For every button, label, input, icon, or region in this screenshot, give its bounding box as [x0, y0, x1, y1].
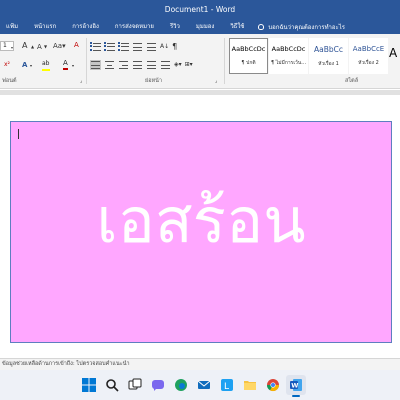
file-explorer-icon[interactable] [240, 375, 260, 395]
status-bar: ข้อมูลช่วยเหลือด้านการเข้าถึง: ไปตรวจสอบ… [0, 358, 400, 370]
tab-view[interactable]: มุมมอง [188, 20, 222, 34]
style-sample: AaBbCcDc [271, 45, 306, 53]
edge-icon[interactable] [171, 375, 191, 395]
ribbon-separator [86, 38, 87, 84]
ribbon: 1 ▾ A ▲ A ▼ Aa▾ A x² A ▾ ab A ▾ ฟอนต์ ⌟ … [0, 34, 400, 89]
align-right-icon[interactable] [118, 60, 129, 70]
grow-font-button[interactable]: A [22, 41, 27, 51]
ribbon-separator [224, 38, 225, 84]
tell-me-search[interactable]: บอกฉันว่าคุณต้องการทำอะไร [252, 22, 345, 32]
svg-text:W: W [291, 382, 298, 390]
font-size-dropdown-icon[interactable]: ▾ [11, 45, 13, 50]
paragraph-row-top: A↓ ¶ [90, 42, 177, 52]
text-effects-dropdown-icon[interactable]: ▾ [30, 61, 32, 71]
task-view-icon[interactable] [125, 375, 145, 395]
chat-icon[interactable] [148, 375, 168, 395]
chrome-icon[interactable] [263, 375, 283, 395]
style-normal[interactable]: AaBbCcDc ¶ ปกติ [229, 38, 268, 74]
paragraph-group-label: ย่อหน้า [145, 78, 162, 84]
font-case-icon[interactable]: Aa▾ [53, 41, 66, 51]
multilevel-list-icon[interactable] [118, 42, 129, 52]
align-left-icon[interactable] [90, 60, 101, 70]
style-name: ¶ ไม่มีการเว้น... [270, 60, 307, 66]
svg-text:L: L [224, 382, 229, 392]
text-box[interactable]: เอสร้อน [10, 121, 392, 343]
window-title: Document1 - Word [164, 5, 236, 14]
style-name: หัวเรื่อง 1 [318, 60, 339, 67]
grow-font-caret-icon: ▲ [31, 44, 35, 49]
tab-file[interactable]: แฟ้ม [0, 20, 26, 34]
search-icon[interactable] [102, 375, 122, 395]
font-dialog-launcher-icon[interactable]: ⌟ [80, 76, 82, 86]
borders-icon[interactable]: ⊞▾ [185, 60, 193, 70]
justify-icon[interactable] [132, 60, 143, 70]
lightbulb-icon [258, 24, 265, 30]
tab-mailings[interactable]: การส่งจดหมาย [107, 20, 162, 34]
styles-group-label: สไตล์ [345, 78, 359, 84]
text-cursor [18, 129, 19, 139]
ribbon-tabs: แฟ้ม หน้าแรก การอ้างอิง การส่งจดหมาย รีว… [0, 20, 400, 34]
style-name: หัวเรื่อง 2 [358, 60, 379, 66]
styles-more-button[interactable]: A [389, 38, 400, 74]
decrease-indent-icon[interactable] [132, 42, 143, 52]
tab-help[interactable]: วิธีใช้ [222, 20, 252, 34]
shrink-font-caret-icon: ▼ [44, 44, 48, 49]
taskbar: L W [0, 370, 400, 400]
shrink-font-button[interactable]: A [37, 42, 42, 52]
style-sample: AaBbCcE [352, 45, 385, 53]
style-heading-2[interactable]: AaBbCcE หัวเรื่อง 2 [349, 38, 388, 74]
thai-distributed-icon[interactable] [146, 60, 157, 70]
tab-home[interactable]: หน้าแรก [26, 20, 64, 34]
tell-me-text: บอกฉันว่าคุณต้องการทำอะไร [268, 24, 345, 31]
style-sample: AaBbCc [314, 44, 343, 54]
shading-icon[interactable]: ◈▾ [174, 60, 182, 70]
style-no-spacing[interactable]: AaBbCcDc ¶ ไม่มีการเว้น... [269, 38, 308, 74]
font-color-dropdown-icon[interactable]: ▾ [72, 61, 74, 71]
style-heading-1[interactable]: AaBbCc หัวเรื่อง 1 [309, 38, 348, 74]
title-bar: Document1 - Word [0, 0, 400, 20]
style-sample: AaBbCcDc [231, 45, 266, 53]
line-spacing-icon[interactable] [160, 60, 171, 70]
sort-icon[interactable]: A↓ [160, 42, 169, 52]
styles-gallery: AaBbCcDc ¶ ปกติ AaBbCcDc ¶ ไม่มีการเว้น.… [229, 38, 388, 74]
document-area: เอสร้อน [0, 90, 400, 358]
subscript-icon[interactable]: x² [4, 60, 10, 70]
font-color-button[interactable]: A [63, 58, 68, 70]
bullets-icon[interactable] [90, 42, 101, 52]
tab-references[interactable]: การอ้างอิง [64, 20, 107, 34]
clear-formatting-icon[interactable]: A [74, 40, 79, 50]
mail-icon[interactable] [194, 375, 214, 395]
accessibility-status[interactable]: ข้อมูลช่วยเหลือด้านการเข้าถึง: ไปตรวจสอบ… [2, 361, 130, 367]
style-name: ¶ ปกติ [241, 60, 256, 66]
paragraph-row-bottom: ◈▾ ⊞▾ [90, 60, 193, 70]
font-group-label: ฟอนต์ [2, 78, 17, 84]
paragraph-dialog-launcher-icon[interactable]: ⌟ [215, 76, 217, 86]
increase-indent-icon[interactable] [146, 42, 157, 52]
start-icon[interactable] [79, 375, 99, 395]
tab-review[interactable]: รีวิว [162, 20, 188, 34]
libreoffice-icon[interactable]: L [217, 375, 237, 395]
word-icon[interactable]: W [286, 375, 306, 397]
document-text[interactable]: เอสร้อน [11, 190, 391, 252]
highlight-button[interactable]: ab [42, 59, 50, 71]
show-marks-button[interactable]: ¶ [172, 42, 177, 52]
numbering-icon[interactable] [104, 42, 115, 52]
text-effects-button[interactable]: A [22, 60, 27, 70]
align-center-icon[interactable] [104, 60, 115, 70]
document-page[interactable]: เอสร้อน [0, 95, 400, 358]
